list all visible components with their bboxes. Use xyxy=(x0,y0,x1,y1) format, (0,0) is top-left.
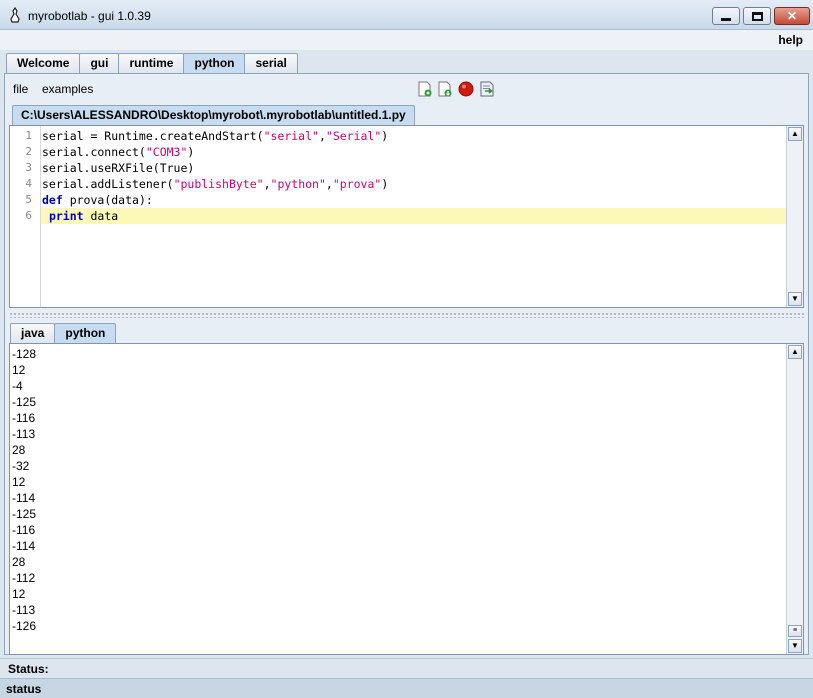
console-output-line: -4 xyxy=(12,379,23,393)
line-number: 5 xyxy=(25,193,32,206)
console-output-line: 12 xyxy=(12,475,26,489)
minimize-icon xyxy=(721,17,731,21)
tab-python-output[interactable]: python xyxy=(54,323,117,343)
console-output-line: 12 xyxy=(12,363,26,377)
line-number: 3 xyxy=(25,161,32,174)
console-scrollbar[interactable]: ▲ ≡ ▼ xyxy=(786,344,803,654)
line-number: 6 xyxy=(25,209,32,222)
minimize-button[interactable] xyxy=(712,7,740,25)
editor-scrollbar[interactable]: ▲ ▼ xyxy=(786,126,803,307)
console-output-line: -32 xyxy=(12,459,30,473)
scroll-down-icon[interactable]: ▼ xyxy=(788,292,802,306)
code-editor[interactable]: 1 2 3 4 5 6 serial = Runtime.createAndSt… xyxy=(9,125,804,308)
scroll-down-icon[interactable]: ▼ xyxy=(788,639,802,653)
tab-gui[interactable]: gui xyxy=(79,53,120,73)
main-tabs: Welcome gui runtime python serial xyxy=(6,53,298,73)
console-output-line: -113 xyxy=(12,603,36,617)
line-number: 2 xyxy=(25,145,32,158)
code-line[interactable]: serial = Runtime.createAndStart("serial"… xyxy=(41,128,786,144)
menubar: help xyxy=(0,30,813,50)
console-output-line: 28 xyxy=(12,555,26,569)
line-number-gutter: 1 2 3 4 5 6 xyxy=(10,126,41,307)
close-button[interactable]: ✕ xyxy=(774,7,810,25)
console-output-line: 12 xyxy=(12,587,26,601)
scroll-thumb[interactable]: ≡ xyxy=(788,625,802,637)
console-output-line: -112 xyxy=(12,571,36,585)
tab-runtime[interactable]: runtime xyxy=(118,53,185,73)
scroll-up-icon[interactable]: ▲ xyxy=(788,127,802,141)
output-tabs: java python xyxy=(10,323,117,343)
new-script-icon[interactable] xyxy=(417,81,433,97)
console-output-line: -114 xyxy=(12,491,36,505)
split-pane-divider[interactable] xyxy=(9,312,804,318)
console-output-line: -116 xyxy=(12,523,36,537)
code-line[interactable]: serial.useRXFile(True) xyxy=(41,160,786,176)
code-line[interactable]: serial.addListener("publishByte","python… xyxy=(41,176,786,192)
code-line-current[interactable]: print data xyxy=(41,208,786,224)
file-menu[interactable]: file xyxy=(13,82,28,96)
console-output-line: -126 xyxy=(12,619,37,633)
console-output-line: -125 xyxy=(12,507,37,521)
status-label: Status: xyxy=(8,662,49,676)
line-number: 1 xyxy=(25,129,32,142)
tab-java[interactable]: java xyxy=(10,323,56,343)
status-row: Status: xyxy=(0,658,813,678)
window-title: myrobotlab - gui 1.0.39 xyxy=(28,9,151,23)
maximize-button[interactable] xyxy=(743,7,771,25)
console-output-line: -114 xyxy=(12,539,36,553)
execute-icon[interactable] xyxy=(479,81,495,97)
file-tab[interactable]: C:\Users\ALESSANDRO\Desktop\myrobot\.myr… xyxy=(12,105,415,125)
tab-welcome[interactable]: Welcome xyxy=(6,53,81,73)
app-icon xyxy=(10,7,20,23)
stop-icon[interactable] xyxy=(458,81,474,97)
tab-python[interactable]: python xyxy=(183,53,246,73)
scroll-up-icon[interactable]: ▲ xyxy=(788,345,802,359)
line-number: 4 xyxy=(25,177,32,190)
close-icon: ✕ xyxy=(786,9,798,23)
examples-menu[interactable]: examples xyxy=(42,82,93,96)
status-text: status xyxy=(6,682,42,696)
console-output-line: -125 xyxy=(12,395,37,409)
maximize-icon xyxy=(751,11,763,21)
load-script-icon[interactable] xyxy=(437,81,453,97)
code-line[interactable]: def prova(data): xyxy=(41,192,786,208)
tab-serial[interactable]: serial xyxy=(244,53,298,73)
console-output-line: -116 xyxy=(12,411,36,425)
help-menu[interactable]: help xyxy=(778,33,803,47)
console-output-line: -113 xyxy=(12,427,36,441)
output-console[interactable]: -128 12 -4 -125 -116 -113 28 -32 12 -114 -125 -116 -… xyxy=(9,343,804,655)
status-bar: status xyxy=(0,678,813,698)
console-output-line: 28 xyxy=(12,443,26,457)
title-bar: myrobotlab - gui 1.0.39 ✕ xyxy=(0,0,813,30)
console-output-line: -128 xyxy=(12,347,37,361)
code-line[interactable]: serial.connect("COM3") xyxy=(41,144,786,160)
